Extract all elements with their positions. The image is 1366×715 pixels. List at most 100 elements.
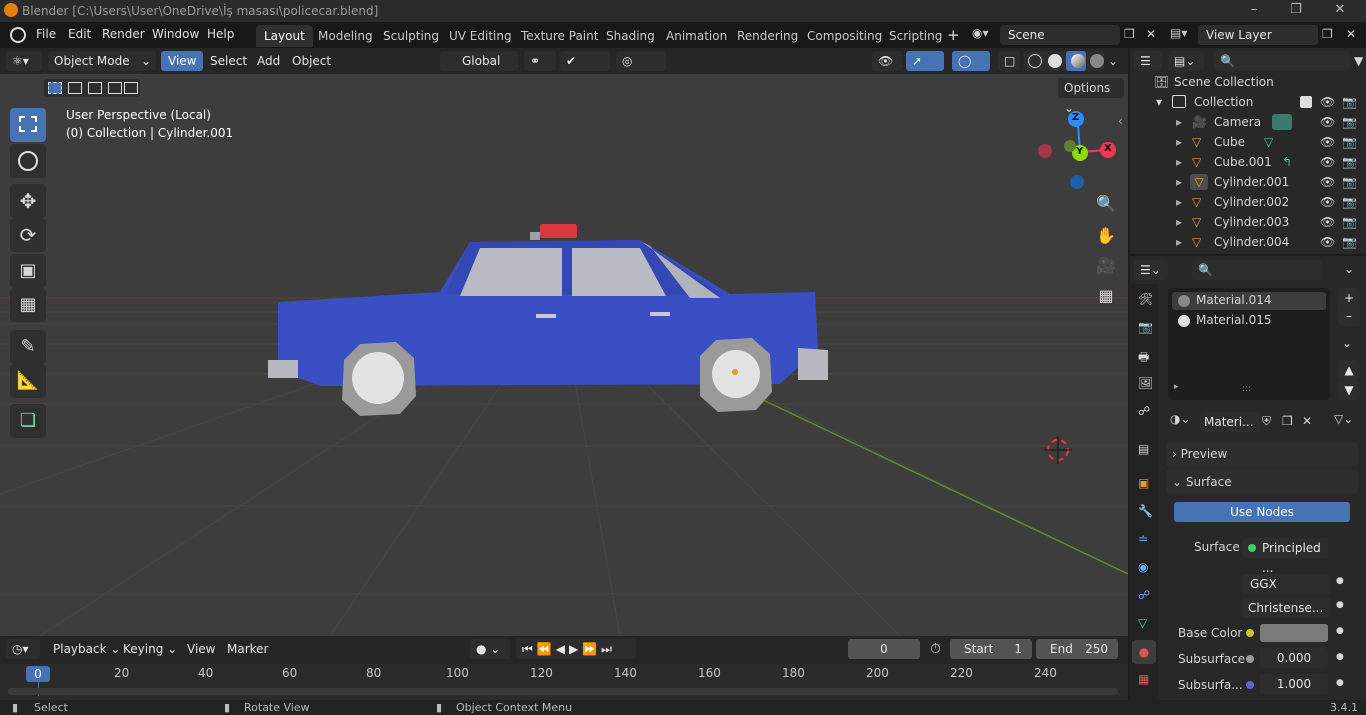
properties-search-input[interactable]: 🔍: [1192, 260, 1322, 280]
menu-file[interactable]: File: [36, 27, 56, 41]
3d-viewport[interactable]: Z Y X User Perspective (Local) (0) Colle…: [0, 74, 1128, 636]
properties-editor-type-icon[interactable]: ☰⌄: [1134, 260, 1168, 280]
physics-tab-icon[interactable]: ◉: [1138, 560, 1148, 574]
tab-sculpting[interactable]: Sculpting: [375, 25, 447, 47]
perspective-toggle-icon[interactable]: ▦: [1092, 282, 1120, 310]
tab-texture-paint[interactable]: Texture Paint: [513, 25, 606, 47]
editor-type-icon[interactable]: ⚛▾: [6, 51, 42, 71]
xray-icon[interactable]: □: [998, 51, 1020, 71]
tab-shading[interactable]: Shading: [598, 25, 663, 47]
move-tool[interactable]: ✥: [10, 184, 46, 218]
visibility-eye-icon[interactable]: 👁: [1320, 192, 1335, 212]
menu-edit[interactable]: Edit: [68, 27, 91, 41]
color-socket-icon[interactable]: [1246, 629, 1254, 637]
menu-marker[interactable]: Marker: [220, 639, 275, 659]
menu-help[interactable]: Help: [207, 27, 234, 41]
measure-tool[interactable]: 📐: [10, 364, 46, 398]
overlay-toggle-icon[interactable]: ◯: [952, 51, 990, 71]
outliner-item-cylinder-002[interactable]: ▸ ▽ Cylinder.002 👁 📷: [1130, 192, 1366, 212]
expand-arrow-icon[interactable]: ▸: [1176, 132, 1182, 152]
expand-arrow-icon[interactable]: ▸: [1176, 112, 1182, 132]
expand-list-icon[interactable]: ▸: [1174, 382, 1179, 392]
outliner-editor-type-icon[interactable]: ☰: [1134, 51, 1162, 71]
filter-icon[interactable]: ▼: [1354, 54, 1363, 68]
texture-tab-icon[interactable]: ▦: [1138, 672, 1149, 686]
add-material-slot-button[interactable]: +: [1338, 288, 1360, 308]
expand-arrow-icon[interactable]: ▸: [1176, 172, 1182, 192]
vector-socket-icon[interactable]: [1246, 681, 1254, 689]
socket-dot-icon[interactable]: ●: [1336, 652, 1344, 662]
select-extend-icon[interactable]: [68, 82, 82, 94]
view-layer-tab-icon[interactable]: 🖼: [1138, 376, 1153, 390]
material-slot-row[interactable]: Material.014: [1172, 292, 1326, 310]
outliner-item-cylinder-003[interactable]: ▸ ▽ Cylinder.003 👁 📷: [1130, 212, 1366, 232]
tab-rendering[interactable]: Rendering: [729, 25, 806, 47]
menu-object[interactable]: Object: [285, 51, 338, 71]
menu-window[interactable]: Window: [152, 27, 199, 41]
scale-tool[interactable]: ▣: [10, 254, 46, 288]
scene-name-field[interactable]: Scene: [1000, 25, 1120, 45]
solid-shading-icon[interactable]: [1048, 54, 1062, 68]
menu-render[interactable]: Render: [102, 27, 145, 41]
menu-view[interactable]: View: [161, 51, 204, 71]
visibility-eye-icon[interactable]: 👁: [1320, 212, 1335, 232]
expand-arrow-icon[interactable]: ▸: [1176, 192, 1182, 212]
move-slot-down-button[interactable]: ▼: [1338, 380, 1360, 400]
data-tab-icon[interactable]: ▽: [1138, 616, 1147, 630]
constraints-tab-icon[interactable]: ☍: [1138, 588, 1150, 602]
modifier-tab-icon[interactable]: 🔧: [1138, 504, 1153, 518]
distribution-dropdown[interactable]: GGX: [1242, 574, 1330, 594]
delete-scene-icon[interactable]: ✕: [1146, 27, 1156, 41]
maximize-icon[interactable]: ❐: [1276, 2, 1316, 17]
police-car-model[interactable]: [268, 224, 828, 416]
outliner-item-cube-001[interactable]: ▸ ▽ Cube.001 ↰ 👁 📷: [1130, 152, 1366, 172]
render-camera-icon[interactable]: 📷: [1342, 132, 1357, 152]
select-intersect-icon[interactable]: [124, 82, 138, 94]
outliner-item-cube[interactable]: ▸ ▽ Cube ▽ 👁 📷: [1130, 132, 1366, 152]
outliner-item-cylinder-004[interactable]: ▸ ▽ Cylinder.004 👁 📷: [1130, 232, 1366, 252]
proportional-edit-icon[interactable]: ◎: [616, 51, 666, 71]
blender-menu-icon[interactable]: [10, 27, 26, 43]
transform-orientation-dropdown[interactable]: Global: [440, 51, 518, 71]
scene-collection-row[interactable]: 🗄 Scene Collection: [1130, 72, 1366, 92]
rendered-shading-icon[interactable]: [1090, 54, 1104, 68]
render-tab-icon[interactable]: 📷: [1138, 320, 1153, 334]
select-invert-icon[interactable]: [108, 82, 122, 94]
render-camera-icon[interactable]: 📷: [1342, 112, 1357, 132]
select-subtract-icon[interactable]: [88, 82, 102, 94]
subsurface-radius-field[interactable]: 1.000: [1260, 674, 1328, 694]
options-dropdown[interactable]: Options ⌄: [1058, 78, 1124, 115]
tab-layout[interactable]: Layout: [256, 25, 313, 47]
tool-tab-icon[interactable]: 🛠: [1138, 292, 1153, 306]
timeline-area[interactable]: 0 20 40 60 80 100 120 140 160 180 200 22…: [0, 664, 1128, 700]
visibility-eye-icon[interactable]: 👁: [1320, 232, 1335, 252]
wireframe-shading-icon[interactable]: [1028, 54, 1042, 68]
3d-cursor-icon[interactable]: [1044, 436, 1072, 464]
fake-user-shield-icon[interactable]: ⛨: [1262, 414, 1271, 429]
visibility-eye-icon[interactable]: 👁: [1320, 172, 1335, 192]
timeline-scrollbar[interactable]: [8, 688, 1118, 695]
rotate-tool[interactable]: ⟳: [10, 218, 46, 252]
visibility-eye-icon[interactable]: 👁: [1320, 132, 1335, 152]
view-layer-field[interactable]: View Layer: [1198, 25, 1318, 45]
playback-controls[interactable]: ⏮⏪◀▶⏩⏭: [516, 639, 636, 659]
mode-dropdown[interactable]: Object Mode ⌄: [48, 51, 156, 71]
socket-dot-icon[interactable]: ●: [1336, 626, 1344, 636]
move-slot-up-button[interactable]: ▲: [1338, 360, 1360, 380]
delete-view-layer-icon[interactable]: ✕: [1346, 27, 1356, 41]
gizmo-toggle-icon[interactable]: ➚: [906, 51, 944, 71]
preview-panel-header[interactable]: › Preview: [1166, 442, 1358, 466]
end-frame-field[interactable]: End 250: [1036, 639, 1118, 659]
outliner-item-camera[interactable]: ▸ 🎥 Camera 👁 📷: [1130, 112, 1366, 132]
transform-tool[interactable]: ▦: [10, 288, 46, 322]
neg-x-axis-dot[interactable]: [1038, 144, 1052, 158]
render-camera-icon[interactable]: 📷: [1342, 172, 1357, 192]
tab-uv-editing[interactable]: UV Editing: [441, 25, 520, 47]
zoom-icon[interactable]: 🔍: [1092, 190, 1120, 218]
render-camera-icon[interactable]: 📷: [1342, 232, 1357, 252]
render-camera-icon[interactable]: 📷: [1342, 212, 1357, 232]
cursor-tool[interactable]: [10, 144, 46, 178]
browse-material-icon[interactable]: ◑⌄: [1170, 412, 1200, 432]
add-cube-tool[interactable]: ❏: [10, 404, 46, 438]
pan-hand-icon[interactable]: ✋: [1092, 222, 1120, 250]
